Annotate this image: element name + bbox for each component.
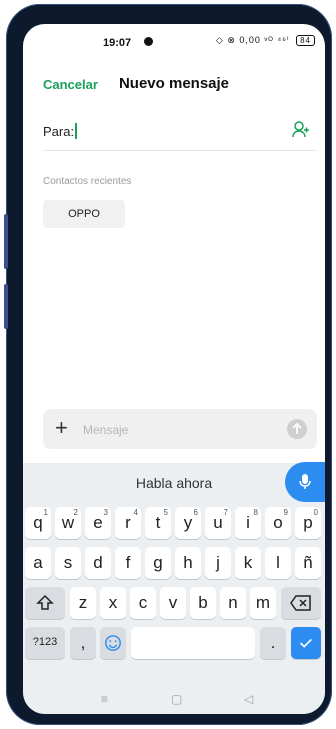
send-button[interactable] (287, 419, 307, 439)
back-icon[interactable]: ◁ (244, 692, 253, 706)
text-cursor (75, 123, 77, 139)
nav-bar: ≡ ▢ ◁ (23, 689, 325, 714)
emoji-icon (105, 635, 121, 651)
recipient-row[interactable]: Para: (43, 120, 317, 151)
message-input[interactable] (81, 420, 275, 440)
volume-button-2 (4, 284, 8, 329)
status-time: 19:07 (103, 37, 132, 49)
backspace-icon (290, 595, 311, 611)
add-contact-icon[interactable] (291, 120, 311, 140)
key-x[interactable]: x (100, 587, 126, 619)
key-p[interactable]: 0p (295, 507, 321, 539)
checkmark-icon (300, 638, 312, 648)
shift-key[interactable] (25, 587, 65, 619)
status-icons: ◇ ⊗ 0,00 ᵛᴼ ⁴⁶ⁱ 84 (216, 35, 315, 46)
key-v[interactable]: v (160, 587, 186, 619)
key-k[interactable]: k (235, 547, 261, 579)
key-z[interactable]: z (70, 587, 96, 619)
status-text: ◇ ⊗ 0,00 ᵛᴼ ⁴⁶ⁱ (215, 35, 290, 45)
key-s[interactable]: s (55, 547, 81, 579)
key-h[interactable]: h (175, 547, 201, 579)
key-y[interactable]: 6y (175, 507, 201, 539)
recent-contacts-title: Contactos recientes (43, 176, 132, 187)
key-b[interactable]: b (190, 587, 216, 619)
status-bar: 19:07 ◇ ⊗ 0,00 ᵛᴼ ⁴⁶ⁱ 84 (23, 24, 325, 64)
space-key[interactable] (131, 627, 255, 659)
backspace-key[interactable] (281, 587, 321, 619)
key-q[interactable]: 1q (25, 507, 51, 539)
battery-icon: 84 (296, 35, 315, 46)
done-key[interactable] (291, 627, 321, 659)
microphone-icon (299, 473, 311, 489)
emoji-key[interactable] (100, 627, 126, 659)
arrow-up-icon (292, 422, 302, 434)
key-a[interactable]: a (25, 547, 51, 579)
key-u[interactable]: 7u (205, 507, 231, 539)
key-i[interactable]: 8i (235, 507, 261, 539)
key-l[interactable]: l (265, 547, 291, 579)
voice-input-strip: Habla ahora (23, 462, 325, 503)
key-t[interactable]: 5t (145, 507, 171, 539)
shift-icon (36, 594, 54, 610)
notification-icon (144, 37, 153, 46)
mic-button[interactable] (285, 462, 325, 502)
voice-input-label: Habla ahora (135, 475, 213, 491)
home-icon[interactable]: ▢ (171, 692, 182, 706)
key-r[interactable]: 4r (115, 507, 141, 539)
symbols-key[interactable]: ?123 (25, 627, 65, 659)
keyboard: Habla ahora 1q 2w 3e 4r 5t 6y 7u 8i 9o 0… (23, 462, 325, 714)
key-g[interactable]: g (145, 547, 171, 579)
key-f[interactable]: f (115, 547, 141, 579)
recent-contact-chip[interactable]: OPPO (43, 200, 125, 228)
header: Nuevo mensaje Cancelar (23, 72, 325, 100)
key-j[interactable]: j (205, 547, 231, 579)
screen: 19:07 ◇ ⊗ 0,00 ᵛᴼ ⁴⁶ⁱ 84 Nuevo mensaje C… (23, 24, 325, 714)
key-n-tilde[interactable]: ñ (295, 547, 321, 579)
key-e[interactable]: 3e (85, 507, 111, 539)
menu-icon[interactable]: ≡ (101, 692, 108, 706)
plus-icon[interactable]: + (55, 415, 68, 441)
key-o[interactable]: 9o (265, 507, 291, 539)
message-composer: + (43, 409, 317, 449)
period-key[interactable]: . (260, 627, 286, 659)
key-w[interactable]: 2w (55, 507, 81, 539)
key-n[interactable]: n (220, 587, 246, 619)
phone-frame: 19:07 ◇ ⊗ 0,00 ᵛᴼ ⁴⁶ⁱ 84 Nuevo mensaje C… (4, 4, 332, 725)
comma-key[interactable]: , (70, 627, 96, 659)
key-c[interactable]: c (130, 587, 156, 619)
cancel-button[interactable]: Cancelar (43, 77, 98, 92)
key-d[interactable]: d (85, 547, 111, 579)
recipient-label: Para: (43, 124, 75, 139)
key-m[interactable]: m (250, 587, 276, 619)
volume-button (4, 214, 8, 269)
